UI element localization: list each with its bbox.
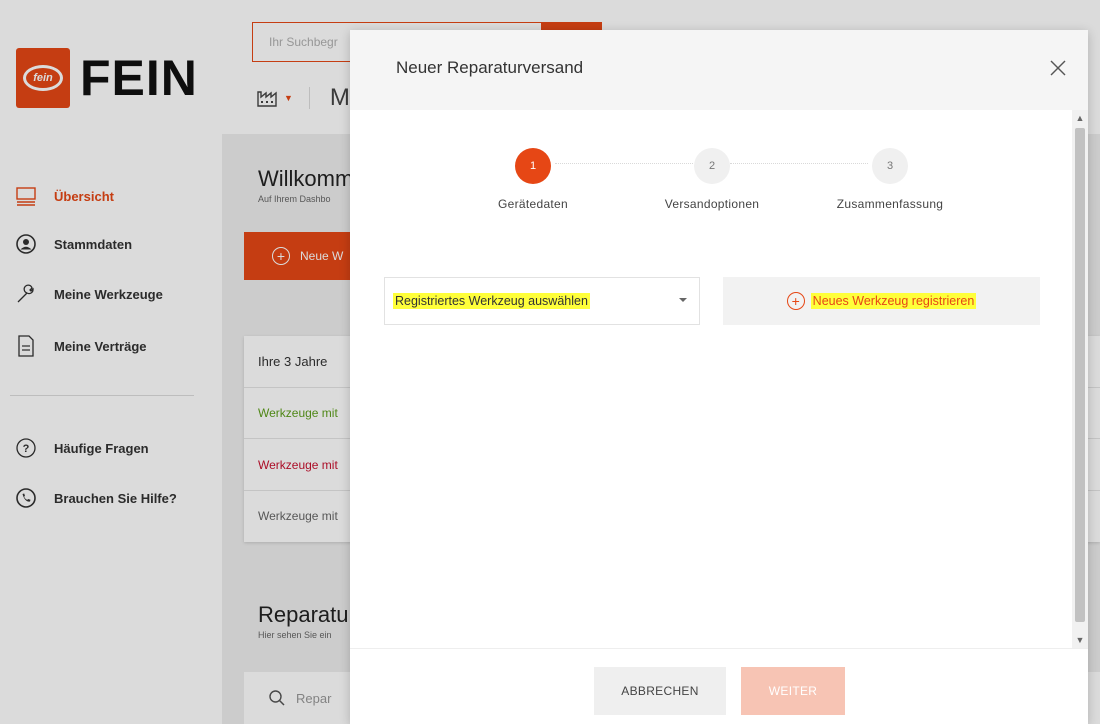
select-value: Registriertes Werkzeug auswählen (393, 293, 590, 309)
cancel-button[interactable]: ABBRECHEN (594, 667, 726, 715)
step-number: 1 (515, 148, 551, 184)
step-shipping-options: 2 Versandoptionen (652, 148, 772, 211)
dialog-footer: ABBRECHEN WEITER (350, 648, 1088, 724)
register-new-tool-button[interactable]: + Neues Werkzeug registrieren (723, 277, 1040, 325)
close-button[interactable] (1046, 56, 1070, 80)
step-label: Zusammenfassung (836, 197, 944, 211)
plus-circle-icon: + (786, 292, 805, 310)
scrollbar-thumb[interactable] (1075, 128, 1085, 622)
step-summary: 3 Zusammenfassung (828, 148, 952, 211)
step-label: Versandoptionen (664, 197, 760, 211)
register-new-tool-label: Neues Werkzeug registrieren (810, 293, 977, 309)
dialog-title: Neuer Reparaturversand (396, 58, 584, 77)
dialog-header: Neuer Reparaturversand (350, 30, 1088, 110)
step-device-data: 1 Gerätedaten (493, 148, 573, 211)
repair-shipment-dialog: Neuer Reparaturversand 1 Gerätedaten 2 V… (350, 30, 1088, 724)
dialog-scrollbar[interactable]: ▲ ▼ (1072, 110, 1088, 648)
caret-down-icon (679, 298, 687, 302)
dialog-body: 1 Gerätedaten 2 Versandoptionen 3 Zusamm… (350, 110, 1072, 648)
next-button[interactable]: WEITER (741, 667, 845, 715)
scroll-down-icon[interactable]: ▼ (1072, 632, 1088, 648)
step-number: 2 (694, 148, 730, 184)
step-number: 3 (872, 148, 908, 184)
scroll-up-icon[interactable]: ▲ (1072, 110, 1088, 126)
step-label: Gerätedaten (497, 197, 568, 211)
registered-tool-select[interactable]: Registriertes Werkzeug auswählen (384, 277, 700, 325)
close-icon (1050, 60, 1066, 76)
